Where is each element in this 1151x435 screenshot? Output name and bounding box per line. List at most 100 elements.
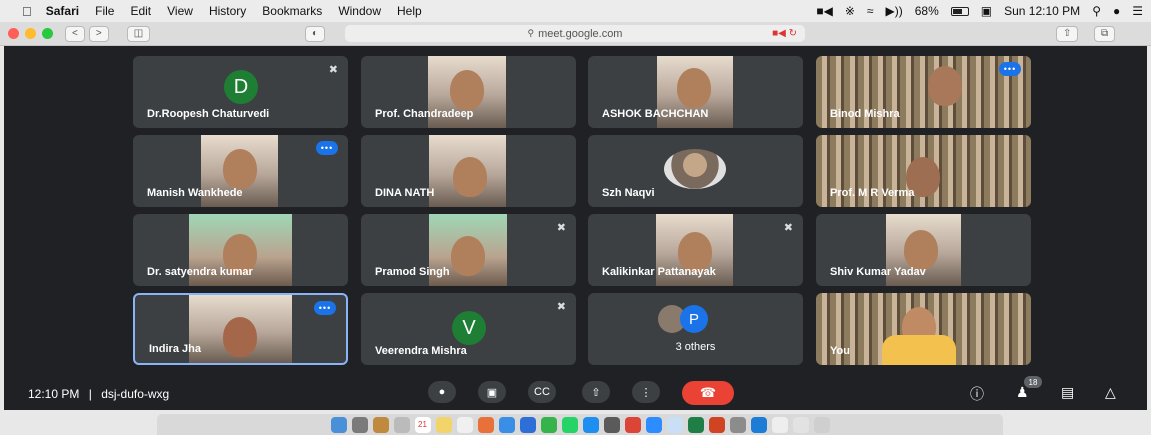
meeting-controls: 12:10 PM | dsj-dufo-wxg ● ▣ CC ⇧ ⋮ ☎ ⓘ 1… [4, 376, 1147, 410]
sidebar-icon[interactable]: ◫ [126, 25, 151, 42]
close-window-button[interactable] [8, 28, 19, 39]
separator: | [88, 387, 92, 401]
menu-file[interactable]: File [95, 4, 114, 18]
menu-history[interactable]: History [209, 4, 246, 18]
participant-name: Pramod Singh [375, 266, 450, 278]
whatsapp-icon[interactable] [561, 416, 578, 433]
dock: 21 [157, 414, 1003, 435]
launchpad-icon[interactable] [351, 416, 368, 433]
preview-icon[interactable] [666, 416, 683, 433]
participant-tile[interactable]: Dr. satyendra kumar [133, 214, 348, 286]
captions-icon[interactable]: CC [528, 381, 556, 403]
avatar: P [680, 305, 708, 333]
battery-percent[interactable]: 68% [915, 4, 939, 18]
address-text: meet.google.com [538, 27, 623, 40]
reminders-icon[interactable] [456, 416, 473, 433]
notes-app-icon[interactable] [372, 416, 389, 433]
zoom-window-button[interactable] [42, 28, 53, 39]
chrome-icon[interactable] [624, 416, 641, 433]
bluetooth-icon[interactable]: ※ [845, 4, 855, 18]
muted-mic-icon: ✖ [556, 222, 566, 234]
back-button[interactable]: < [65, 25, 85, 42]
participant-tile[interactable]: ASHOK BACHCHAN [588, 56, 803, 128]
wifi-icon[interactable]: ≈ [867, 4, 874, 18]
trash-icon[interactable] [813, 416, 830, 433]
participant-tile[interactable]: ••• Indira Jha [133, 293, 348, 365]
participant-name: Shiv Kumar Yadav [830, 266, 926, 278]
excel-icon[interactable] [687, 416, 704, 433]
facetime-icon[interactable] [540, 416, 557, 433]
app-store-icon[interactable] [582, 416, 599, 433]
participant-name: Prof. M R Verma [830, 187, 915, 199]
participant-name: Kalikinkar Pattanayak [602, 266, 716, 278]
menu-view[interactable]: View [167, 4, 193, 18]
chat-icon[interactable]: ▤ [1061, 384, 1074, 401]
forward-button[interactable]: > [88, 25, 109, 42]
info-icon[interactable]: ⓘ [970, 384, 984, 404]
calendar-icon[interactable]: 21 [414, 416, 431, 433]
photos-icon[interactable] [477, 416, 494, 433]
participant-tile[interactable]: Shiv Kumar Yadav [816, 214, 1031, 286]
menu-edit[interactable]: Edit [130, 4, 151, 18]
system-preferences-icon[interactable] [603, 416, 620, 433]
mail-icon[interactable] [519, 416, 536, 433]
minimize-window-button[interactable] [25, 28, 36, 39]
present-icon[interactable]: ⇧ [582, 381, 610, 403]
spotlight-icon[interactable]: ⚲ [1092, 4, 1101, 18]
address-bar[interactable]: ⚲ meet.google.com ■◀ ↻ [345, 25, 805, 42]
camera-status-icon[interactable]: ■◀ [816, 4, 832, 18]
others-count: 3 others [675, 341, 716, 353]
participant-tile[interactable]: ✖ Kalikinkar Pattanayak [588, 214, 803, 286]
menu-help[interactable]: Help [397, 4, 422, 18]
camera-icon[interactable]: ▣ [478, 381, 506, 403]
participant-tile[interactable]: Szh Naqvi [588, 135, 803, 207]
activities-icon[interactable]: △ [1105, 384, 1116, 401]
siri-icon[interactable]: ● [1113, 4, 1120, 18]
downloads-folder-icon[interactable] [771, 416, 788, 433]
zoom-icon[interactable] [645, 416, 662, 433]
participant-tile[interactable]: DINA NATH [361, 135, 576, 207]
apple-icon[interactable]:  [22, 4, 32, 19]
safari-icon[interactable] [750, 416, 767, 433]
participant-tile[interactable]: P 3 others [588, 293, 803, 365]
finder-icon[interactable] [330, 416, 347, 433]
participant-tile[interactable]: Prof. Chandradeep [361, 56, 576, 128]
privacy-shield-icon[interactable]: ◐ [305, 25, 326, 42]
help-icon[interactable] [393, 416, 410, 433]
messages-icon[interactable] [498, 416, 515, 433]
menu-window[interactable]: Window [338, 4, 381, 18]
control-center-icon[interactable]: ☰ [1132, 4, 1143, 18]
participant-photo [664, 149, 726, 189]
meeting-time: 12:10 PM [28, 387, 80, 401]
participant-name: Prof. Chandradeep [375, 108, 474, 120]
microphone-icon[interactable]: ● [428, 381, 456, 403]
printer-icon[interactable] [729, 416, 746, 433]
volume-icon[interactable]: ▶)) [886, 4, 903, 18]
stickies-icon[interactable] [435, 416, 452, 433]
participant-video [189, 295, 292, 363]
more-icon[interactable]: ⋮ [632, 381, 660, 403]
participant-tile[interactable]: D ✖ Dr.Roopesh Chaturvedi [133, 56, 348, 128]
meeting-details: 12:10 PM | dsj-dufo-wxg [28, 387, 169, 401]
participant-tile[interactable]: V ✖ Veerendra Mishra [361, 293, 576, 365]
tabs-overview-icon[interactable]: ⧉ [1094, 25, 1116, 42]
participant-tile[interactable]: You [816, 293, 1031, 365]
participant-tile[interactable]: ✖ Pramod Singh [361, 214, 576, 286]
menubar-clock[interactable]: Sun 12:10 PM [1004, 4, 1080, 18]
document-icon[interactable] [792, 416, 809, 433]
participant-name: Dr.Roopesh Chaturvedi [147, 108, 270, 120]
participant-tile[interactable]: ••• Manish Wankhede [133, 135, 348, 207]
screen-mirror-icon[interactable]: ▣ [981, 4, 992, 18]
powerpoint-icon[interactable] [708, 416, 725, 433]
menu-app-name[interactable]: Safari [46, 4, 79, 18]
menu-bookmarks[interactable]: Bookmarks [262, 4, 322, 18]
lock-icon: ⚲ [527, 28, 535, 38]
participant-tile[interactable]: Prof. M R Verma [816, 135, 1031, 207]
people-icon[interactable]: ♟ [1016, 384, 1029, 401]
meeting-code: dsj-dufo-wxg [101, 387, 170, 401]
participant-tile[interactable]: ••• Binod Mishra [816, 56, 1031, 128]
end-call-icon[interactable]: ☎ [682, 381, 734, 405]
muted-mic-icon: ✖ [328, 64, 338, 76]
share-icon[interactable]: ⇧ [1056, 25, 1079, 42]
speaking-indicator-icon: ••• [316, 141, 338, 155]
